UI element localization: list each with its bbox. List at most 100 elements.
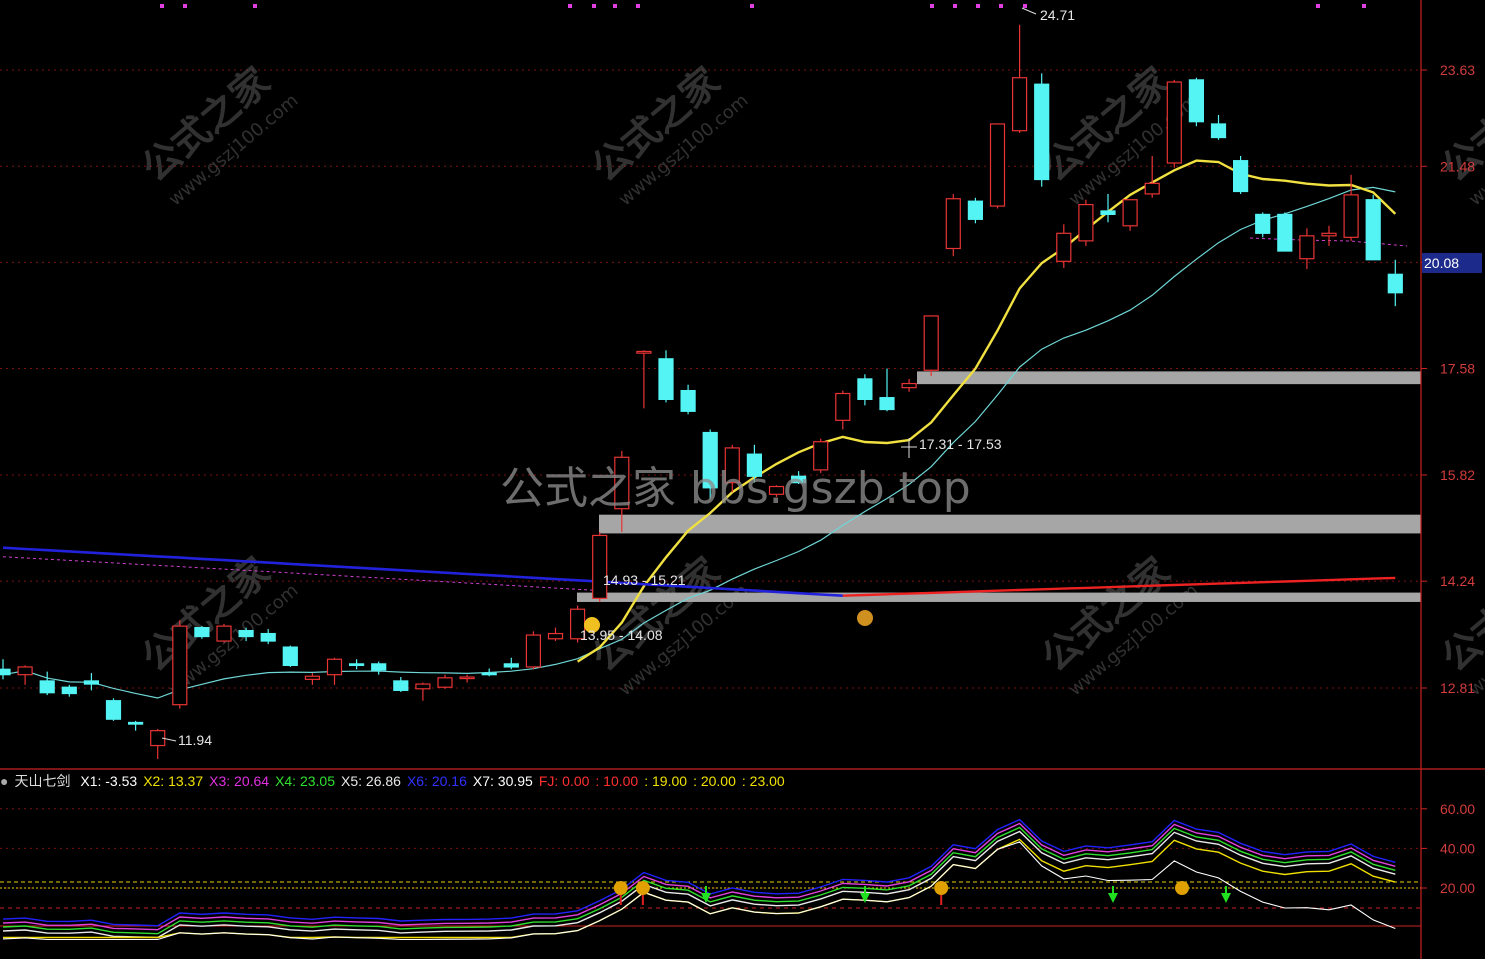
top-signal-dot [1362, 4, 1366, 8]
candle-body [17, 666, 33, 676]
candle-body [1166, 81, 1182, 164]
candle-body [547, 632, 564, 640]
indicator-value-5: X6: 20.16 [406, 773, 467, 789]
zone-band-1 [599, 514, 1421, 534]
candle-body [680, 389, 696, 412]
candle-body [503, 663, 519, 668]
zone1-label: 14.93 - 15.21 [603, 572, 686, 588]
indicator-value-6: X7: 30.95 [472, 773, 533, 789]
candle-body [1255, 213, 1271, 234]
indicator-value-8: : 10.00 [595, 773, 639, 789]
y-tick-label: 21.48 [1440, 158, 1475, 174]
y-tick-label: 14.24 [1440, 573, 1475, 589]
candle-body [1210, 123, 1227, 139]
candle-body [1056, 232, 1072, 262]
candle-body [260, 632, 276, 642]
candle-body [393, 680, 409, 691]
candle-body [1321, 232, 1337, 237]
top-signal-dot [636, 4, 640, 8]
candle-body [901, 382, 917, 389]
candle-body [459, 676, 475, 680]
top-signal-dot [750, 4, 754, 8]
indicator-tick-label: 40.00 [1440, 840, 1475, 856]
candle-body [879, 397, 895, 411]
candle-body [128, 721, 144, 725]
indicator-value-1: X2: 13.37 [143, 773, 204, 789]
money-bag-icon [635, 881, 650, 895]
candle-body [172, 625, 188, 706]
candle-body [1277, 213, 1293, 252]
candle-body [39, 680, 55, 694]
collapse-icon[interactable]: ● [0, 773, 8, 789]
candle-body [349, 663, 365, 667]
candle-body [194, 626, 210, 638]
top-signal-dot [1316, 4, 1320, 8]
candle-body [61, 686, 77, 695]
candle-body [945, 198, 961, 250]
watermark-cn: 公式之家 [1433, 549, 1485, 680]
indicator-value-7: FJ: 0.00 [538, 773, 590, 789]
indicator-value-9: : 19.00 [644, 773, 688, 789]
indicator-name: 天山七剑 [14, 773, 71, 789]
candle-body [0, 668, 11, 676]
candle-body [282, 646, 298, 667]
candle-body [216, 625, 232, 642]
down-arrow-icon [860, 893, 870, 903]
down-arrow-icon [1108, 893, 1118, 903]
candle-body [1100, 210, 1116, 216]
indicator-value-3: X4: 23.05 [275, 773, 335, 789]
top-signal-dot [930, 4, 934, 8]
indicator-value-10: : 20.00 [693, 773, 736, 789]
ma-magenta-dashed [2, 556, 600, 592]
zone-band-2 [577, 592, 1421, 602]
candle-body [437, 677, 453, 688]
candle-body [989, 123, 1006, 207]
money-bag-icon [613, 881, 628, 895]
candle-body [592, 534, 608, 599]
candle-body [83, 680, 100, 685]
indicator-line [2, 818, 1396, 927]
y-tick-label: 23.63 [1440, 62, 1475, 78]
top-signal-dot [160, 4, 164, 8]
indicator-value-0: X1: -3.53 [80, 773, 138, 789]
candle-body [967, 200, 984, 220]
candle-body [835, 392, 851, 421]
y-tick-label: 15.82 [1440, 467, 1475, 483]
indicator-value-11: : 23.00 [741, 773, 785, 789]
zone3-label: 17.31 - 17.53 [919, 436, 1002, 452]
top-signal-dot [183, 4, 187, 8]
candle-body [1144, 182, 1160, 195]
candle-body [1122, 199, 1138, 227]
money-bag-icon [934, 881, 949, 895]
candle-body [1188, 79, 1205, 123]
top-signal-dot [568, 4, 572, 8]
top-signal-dot [999, 4, 1003, 8]
money-bag-icon [857, 610, 873, 626]
candle-body [658, 358, 674, 401]
top-signal-dot [1023, 4, 1027, 8]
top-signal-dot [613, 4, 617, 8]
candle-body [525, 634, 542, 668]
candle-body [1078, 203, 1094, 242]
high-pointer [1021, 7, 1037, 15]
candle-body [1034, 83, 1050, 181]
high-label: 24.71 [1040, 7, 1075, 23]
zone2-label: 13.95 - 14.08 [580, 627, 663, 643]
candle-body [371, 663, 387, 671]
zone-band-3 [917, 371, 1421, 385]
top-signal-dot [953, 4, 957, 8]
indicator-value-2: X3: 20.64 [209, 773, 270, 789]
indicator-tick-label: 60.00 [1440, 801, 1475, 817]
watermark-big: 公式之家 bbs.gszb.top [500, 463, 971, 514]
candle-body [857, 378, 873, 401]
candle-body [304, 675, 320, 680]
candle-body [1387, 273, 1403, 294]
y-tick-label: 17.58 [1440, 361, 1475, 377]
low-label: 11.94 [178, 732, 212, 748]
top-signal-dot [253, 4, 257, 8]
chart-root: 公式之家 www.gszj100.com 公式之家 www.gszj100.com 公式… [0, 0, 1485, 959]
candle-body [1365, 199, 1381, 261]
candle-body [1343, 194, 1359, 238]
candle-body [1299, 235, 1315, 260]
candle-body [105, 700, 122, 720]
